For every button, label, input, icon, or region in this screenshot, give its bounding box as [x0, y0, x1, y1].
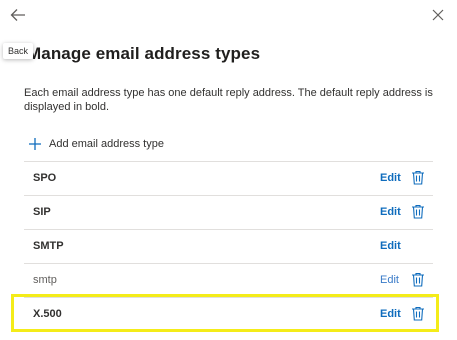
- email-address-row: X.500/o=D4/ou=External (FYDIBOHF25SPDLT)…: [24, 298, 433, 332]
- address-type-label: X.500: [33, 308, 62, 320]
- back-tooltip: Back: [3, 43, 34, 59]
- address-type-label: SIP: [33, 206, 51, 218]
- address-type-label: SPO: [33, 172, 57, 184]
- page-title: Manage email address types: [27, 44, 261, 63]
- back-button[interactable]: [6, 4, 30, 26]
- plus-icon: [29, 138, 41, 150]
- delete-trash-icon[interactable]: [411, 170, 425, 185]
- email-address-row: SMTPabbey@cel.comEdit: [24, 230, 433, 264]
- delete-trash-icon[interactable]: [411, 204, 425, 219]
- edit-button[interactable]: Edit: [380, 206, 401, 218]
- close-button[interactable]: [427, 4, 449, 26]
- address-type-label: SMTP: [33, 240, 64, 252]
- close-icon: [432, 9, 444, 21]
- email-address-row: SIPabbey.@celcomEdit: [24, 196, 433, 230]
- delete-trash-icon[interactable]: [411, 272, 425, 287]
- edit-button[interactable]: Edit: [380, 240, 401, 252]
- email-address-row: smtpabbey@Cel.onmicrosoft.comEdit: [24, 264, 433, 298]
- manage-email-address-types-panel: Back Manage email address types Each ema…: [0, 0, 457, 340]
- email-address-table: SPOSPO_e88852d0-EditSIPabbey.@celcomEdit…: [24, 161, 433, 332]
- add-email-address-type-label: Add email address type: [49, 138, 164, 150]
- delete-trash-icon[interactable]: [411, 306, 425, 321]
- edit-button[interactable]: Edit: [380, 274, 399, 286]
- address-type-label: smtp: [33, 274, 57, 286]
- description-text: Each email address type has one default …: [24, 87, 433, 113]
- edit-button[interactable]: Edit: [380, 308, 401, 320]
- arrow-left-icon: [10, 9, 25, 21]
- edit-button[interactable]: Edit: [380, 172, 401, 184]
- email-address-row: SPOSPO_e88852d0-Edit: [24, 162, 433, 196]
- add-email-address-type-button[interactable]: Add email address type: [28, 137, 164, 151]
